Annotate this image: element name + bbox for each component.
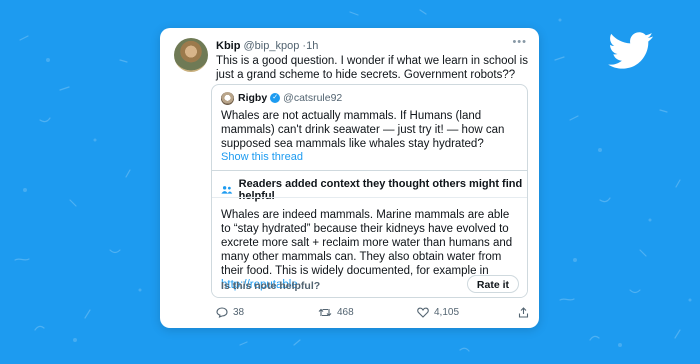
retweet-action[interactable]: 468 — [318, 307, 354, 318]
reply-icon — [216, 307, 228, 318]
reply-count: 38 — [233, 307, 245, 318]
quoted-author-name[interactable]: Rigby — [238, 92, 267, 104]
action-bar: 38 468 4,105 — [216, 307, 529, 321]
quoted-tweet-text: Whales are not actually mammals. If Huma… — [221, 110, 505, 150]
author-name[interactable]: Kbip — [216, 40, 240, 52]
tweet-text: This is a good question. I wonder if wha… — [216, 55, 528, 81]
tweet-header: Kbip @bip_kpop ·1h — [216, 40, 318, 52]
retweet-icon — [318, 308, 332, 317]
quoted-tweet[interactable]: Rigby ✓ @catsrule92 Whales are not actua… — [211, 84, 528, 298]
note-body-text: Whales are indeed mammals. Marine mammal… — [221, 209, 513, 277]
avatar[interactable] — [174, 38, 208, 72]
rate-it-button[interactable]: Rate it — [466, 275, 519, 293]
more-icon[interactable]: ••• — [512, 36, 527, 48]
quoted-avatar[interactable] — [221, 92, 234, 105]
like-count: 4,105 — [434, 307, 460, 318]
author-handle[interactable]: @bip_kpop — [244, 40, 300, 52]
share-icon — [518, 307, 529, 318]
retweet-count: 468 — [337, 307, 354, 318]
community-note: Readers added context they thought other… — [212, 170, 527, 297]
quoted-author-handle[interactable]: @catsrule92 — [283, 92, 342, 104]
show-thread-link[interactable]: Show this thread — [221, 151, 303, 163]
helpful-question: Is this note helpful? — [221, 280, 321, 292]
note-title-text: Readers added context they thought other… — [238, 178, 523, 202]
like-action[interactable]: 4,105 — [417, 307, 459, 318]
heart-icon — [417, 307, 429, 318]
note-title: Readers added context they thought other… — [221, 178, 527, 202]
share-action[interactable] — [518, 307, 534, 318]
quoted-header: Rigby ✓ @catsrule92 — [238, 92, 342, 104]
verified-badge-icon: ✓ — [270, 93, 281, 103]
tweet-time[interactable]: 1h — [306, 40, 318, 52]
tweet-card[interactable]: Kbip @bip_kpop ·1h ••• This is a good qu… — [160, 28, 539, 328]
people-icon — [221, 186, 233, 194]
divider — [212, 197, 527, 198]
reply-action[interactable]: 38 — [216, 307, 244, 318]
twitter-bird-logo — [608, 32, 654, 69]
